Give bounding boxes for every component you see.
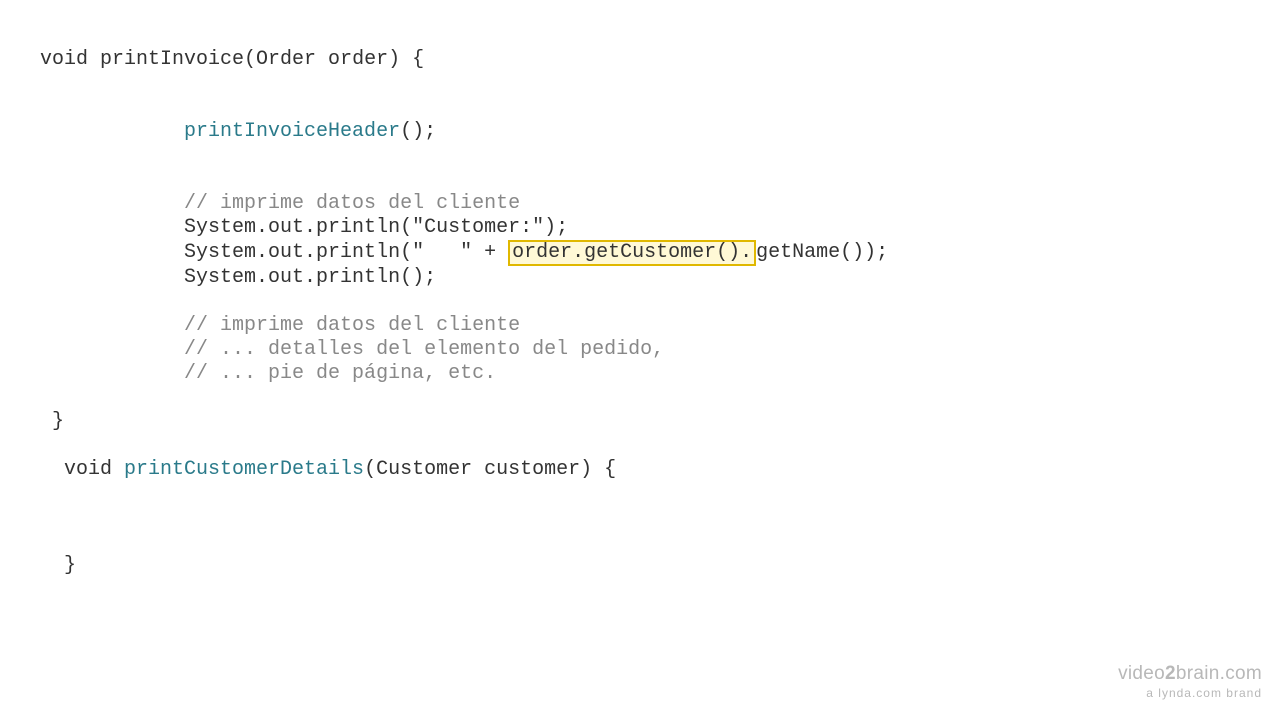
code-line-println-3: System.out.println();: [40, 266, 436, 289]
code-line-comment-4: // ... pie de página, etc.: [40, 362, 496, 385]
watermark: video2brain.com a lynda.com brand: [1118, 663, 1262, 700]
code-line-call: printInvoiceHeader();: [40, 120, 436, 143]
watermark-tagline: a lynda.com brand: [1118, 686, 1262, 700]
highlighted-expression: order.getCustomer().: [508, 240, 756, 266]
code-line-1: void printInvoice(Order order) {: [40, 48, 424, 71]
code-line-comment-3: // ... detalles del elemento del pedido,: [40, 338, 664, 361]
code-line-println-1: System.out.println("Customer:");: [40, 216, 568, 239]
code-line-println-highlight: System.out.println(" " + order.getCustom…: [40, 241, 888, 264]
watermark-brand: video2brain.com: [1118, 663, 1262, 686]
code-line-close-1: }: [40, 410, 64, 433]
code-line-comment-2: // imprime datos del cliente: [40, 314, 520, 337]
code-line-method-def: void printCustomerDetails(Customer custo…: [40, 458, 616, 481]
code-block: void printInvoice(Order order) { printIn…: [0, 0, 1280, 626]
code-line-comment-1: // imprime datos del cliente: [40, 192, 520, 215]
code-line-close-2: }: [40, 554, 76, 577]
